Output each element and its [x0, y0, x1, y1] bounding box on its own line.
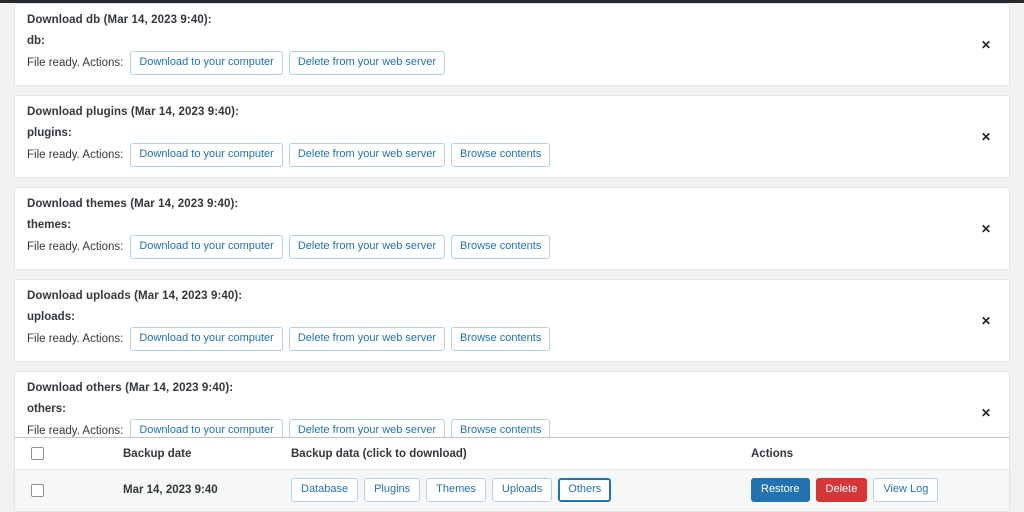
browse-contents-button[interactable]: Browse contents: [451, 143, 551, 167]
close-icon[interactable]: ✕: [979, 406, 993, 420]
table-header-row: Backup date Backup data (click to downlo…: [15, 438, 1009, 470]
download-panel: Download plugins (Mar 14, 2023 9:40): plu…: [14, 95, 1010, 178]
browse-contents-button[interactable]: Browse contents: [451, 327, 551, 351]
others-download-button[interactable]: Others: [558, 478, 612, 502]
backup-plugin-screen: Download db (Mar 14, 2023 9:40): db: File …: [0, 0, 1024, 512]
backups-table: Backup date Backup data (click to downlo…: [15, 438, 1009, 511]
download-panel-status: File ready. Actions:: [27, 333, 124, 345]
row-checkbox[interactable]: [31, 483, 44, 497]
download-panel-actions-row: File ready. Actions: Download to your com…: [27, 143, 997, 167]
restore-button[interactable]: Restore: [751, 478, 810, 502]
download-to-your-computer-button[interactable]: Download to your computer: [130, 235, 283, 259]
backups-table-container: Backup date Backup data (click to downlo…: [14, 437, 1010, 512]
backup-data-header: Backup data (click to download): [291, 438, 751, 470]
close-icon[interactable]: ✕: [979, 314, 993, 328]
download-panel-title: Download plugins (Mar 14, 2023 9:40):: [27, 106, 240, 118]
download-panel-entity: themes:: [27, 219, 72, 231]
download-panel-title: Download themes (Mar 14, 2023 9:40):: [27, 198, 239, 210]
download-panel-entity: uploads:: [27, 311, 75, 323]
delete-from-your-web-server-button[interactable]: Delete from your web server: [288, 327, 445, 351]
database-download-button[interactable]: Database: [291, 478, 359, 502]
uploads-download-button[interactable]: Uploads: [491, 478, 553, 502]
download-to-your-computer-button[interactable]: Download to your computer: [130, 143, 283, 167]
select-all-header: [15, 438, 61, 470]
table-row: Mar 14, 2023 9:40 Database Plugins Themes Up…: [15, 469, 1009, 511]
row-select-cell: [15, 469, 61, 511]
backups-table-head: Backup date Backup data (click to downlo…: [15, 438, 1009, 470]
backups-table-body: Mar 14, 2023 9:40 Database Plugins Themes Up…: [15, 469, 1009, 511]
download-panel-actions-row: File ready. Actions: Download to your com…: [27, 327, 997, 351]
themes-download-button[interactable]: Themes: [426, 478, 486, 502]
select-all-checkbox[interactable]: [31, 447, 44, 460]
close-icon[interactable]: ✕: [979, 38, 993, 52]
backup-data-header-label: Backup data (click to download): [291, 447, 467, 460]
download-panel-status: File ready. Actions:: [27, 149, 124, 161]
delete-from-your-web-server-button[interactable]: Delete from your web server: [288, 235, 445, 259]
download-to-your-computer-button[interactable]: Download to your computer: [130, 327, 283, 351]
view-log-button[interactable]: View Log: [873, 478, 939, 502]
download-panels-list: Download db (Mar 14, 2023 9:40): db: File …: [14, 3, 1010, 463]
backup-date-value: Mar 14, 2023 9:40: [123, 484, 218, 496]
delete-from-your-web-server-button[interactable]: Delete from your web server: [288, 143, 445, 167]
browse-contents-button[interactable]: Browse contents: [451, 235, 551, 259]
download-panel-title: Download others (Mar 14, 2023 9:40):: [27, 382, 234, 394]
backup-date-header: Backup date: [61, 438, 291, 470]
download-panel-status: File ready. Actions:: [27, 425, 124, 437]
delete-from-your-web-server-button[interactable]: Delete from your web server: [288, 51, 445, 75]
plugins-download-button[interactable]: Plugins: [364, 478, 421, 502]
download-panel: Download themes (Mar 14, 2023 9:40): them…: [14, 187, 1010, 270]
download-panel-title: Download uploads (Mar 14, 2023 9:40):: [27, 290, 243, 302]
close-icon[interactable]: ✕: [979, 222, 993, 236]
backup-data-cell: Database Plugins Themes Uploads Others: [291, 469, 751, 511]
actions-header-label: Actions: [751, 447, 794, 460]
backup-data-buttons: Database Plugins Themes Uploads Others: [291, 478, 751, 502]
backup-date-cell: Mar 14, 2023 9:40: [61, 469, 291, 511]
download-panel: Download uploads (Mar 14, 2023 9:40): upl…: [14, 279, 1010, 362]
download-panel-entity: others:: [27, 403, 66, 415]
download-panel-entity: db:: [27, 35, 45, 47]
close-icon[interactable]: ✕: [979, 130, 993, 144]
backup-date-header-label: Backup date: [123, 447, 192, 460]
download-to-your-computer-button[interactable]: Download to your computer: [130, 51, 283, 75]
download-panel-actions-row: File ready. Actions: Download to your com…: [27, 235, 997, 259]
actions-header: Actions: [751, 438, 1009, 470]
download-panel-status: File ready. Actions:: [27, 57, 124, 69]
row-action-buttons: Restore Delete View Log: [751, 478, 1009, 502]
delete-button[interactable]: Delete: [815, 478, 868, 502]
download-panel-actions-row: File ready. Actions: Download to your com…: [27, 51, 997, 75]
actions-cell: Restore Delete View Log: [751, 469, 1009, 511]
download-panel-status: File ready. Actions:: [27, 241, 124, 253]
download-panel: Download db (Mar 14, 2023 9:40): db: File …: [14, 3, 1010, 86]
download-panel-entity: plugins:: [27, 127, 72, 139]
download-panel-title: Download db (Mar 14, 2023 9:40):: [27, 14, 212, 26]
